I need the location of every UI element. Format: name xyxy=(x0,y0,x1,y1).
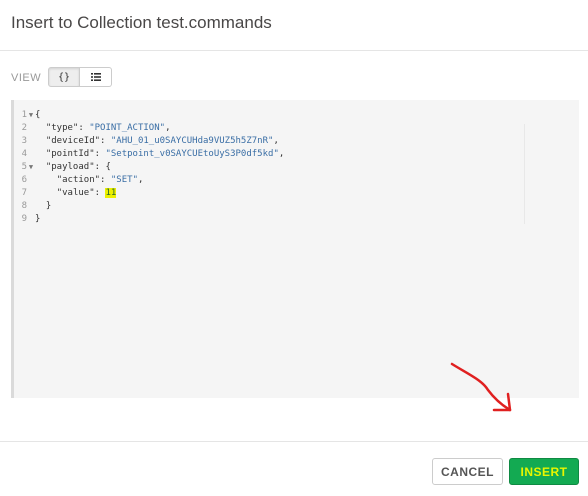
line-number: 9 xyxy=(21,214,27,224)
cancel-button[interactable]: CANCEL xyxy=(432,458,503,485)
print-margin xyxy=(524,124,525,224)
view-toggle: {} xyxy=(48,67,112,87)
insert-button[interactable]: INSERT xyxy=(509,458,579,485)
value-key: "value" xyxy=(56,188,95,198)
code-line: 6 "action": "SET", xyxy=(11,174,284,187)
pointid-key: "pointId" xyxy=(45,149,95,159)
code-line: 5 ▼ "payload": { xyxy=(11,161,284,174)
type-value: "POINT_ACTION" xyxy=(89,123,166,133)
line-number: 8 xyxy=(21,201,27,211)
line-number: 1 xyxy=(21,110,27,120)
payload-key: "payload" xyxy=(45,162,95,172)
line-number: 3 xyxy=(21,136,27,146)
list-icon xyxy=(90,73,101,81)
header-divider xyxy=(0,50,588,51)
annotation-arrow-icon xyxy=(450,362,512,412)
code-line: 7 "value": 11 xyxy=(11,187,284,200)
json-editor[interactable]: 1 ▼{ 2 "type": "POINT_ACTION", 3 "deviceI… xyxy=(11,100,579,398)
footer-divider xyxy=(0,441,588,442)
code-line: 1 ▼{ xyxy=(11,109,284,122)
line-number: 5 xyxy=(21,162,27,172)
action-value: "SET" xyxy=(110,175,138,185)
code-line: 2 "type": "POINT_ACTION", xyxy=(11,122,284,135)
list-view-button[interactable] xyxy=(80,67,112,87)
value-number: 11 xyxy=(105,188,117,198)
dialog-title: Insert to Collection test.commands xyxy=(11,13,272,32)
code-line: 9} xyxy=(11,213,284,226)
fold-toggle-icon[interactable]: ▼ xyxy=(27,109,35,122)
line-number: 4 xyxy=(21,149,27,159)
code-area[interactable]: 1 ▼{ 2 "type": "POINT_ACTION", 3 "deviceI… xyxy=(11,109,285,226)
json-view-button[interactable]: {} xyxy=(48,67,80,87)
code-line: 3 "deviceId": "AHU_01_u0SAYCUHda9VUZ5h5Z… xyxy=(11,135,284,148)
line-number: 6 xyxy=(21,175,27,185)
pointid-value: "Setpoint_v0SAYCUEtoUyS3P0df5kd" xyxy=(105,149,279,159)
code-line: 4 "pointId": "Setpoint_v0SAYCUEtoUyS3P0d… xyxy=(11,148,285,161)
action-key: "action" xyxy=(56,175,101,185)
deviceid-key: "deviceId" xyxy=(45,136,101,146)
deviceid-value: "AHU_01_u0SAYCUHda9VUZ5h5Z7nR" xyxy=(110,136,274,146)
code-line: 8 } xyxy=(11,200,284,213)
line-number: 2 xyxy=(21,123,27,133)
line-number: 7 xyxy=(21,188,27,198)
type-key: "type" xyxy=(45,123,79,133)
fold-toggle-icon[interactable]: ▼ xyxy=(27,161,35,174)
view-label: VIEW xyxy=(11,72,42,84)
